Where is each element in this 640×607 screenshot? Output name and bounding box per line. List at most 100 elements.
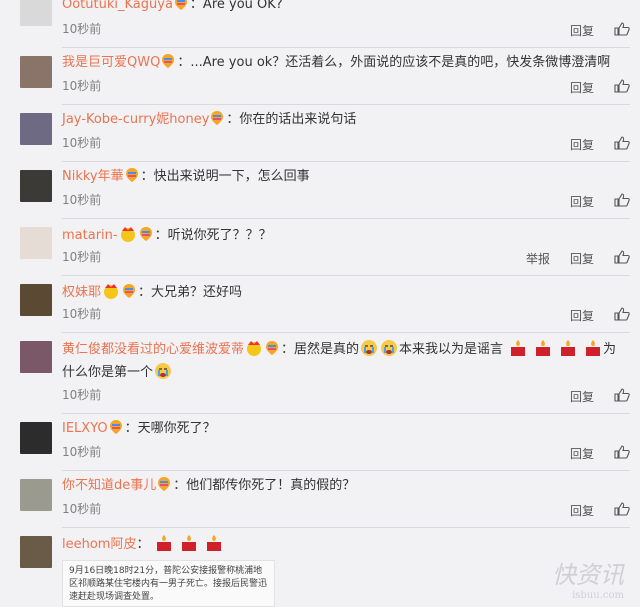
avatar[interactable] — [20, 56, 52, 88]
reply-button[interactable]: 回复 — [570, 390, 594, 404]
comment-row: Nikky年華 ：快出来说明一下，怎么回事 10秒前 回复 — [0, 162, 640, 219]
candle-emoji-icon — [155, 534, 173, 552]
thumbs-up-icon — [614, 79, 630, 96]
comment-text: 什么你是第一个 — [62, 365, 154, 380]
crying-emoji-icon — [360, 339, 378, 357]
thumbs-up-icon — [614, 445, 630, 462]
like-button[interactable] — [614, 136, 630, 153]
like-button[interactable] — [614, 307, 630, 324]
like-button[interactable] — [614, 445, 630, 462]
comment-author[interactable]: Ootutuki_Kaguya — [62, 0, 173, 12]
avatar[interactable] — [20, 422, 52, 454]
thumbs-up-icon — [614, 136, 630, 153]
comment-text: ：你在的话出来说句话 — [226, 112, 357, 127]
comment-time: 10秒前 — [62, 193, 102, 207]
comment-author[interactable]: Nikky年華 — [62, 169, 124, 184]
comment-author[interactable]: leehom阿皮 — [62, 537, 136, 552]
candle-emoji-icon — [559, 339, 577, 357]
crown-emoji-icon — [245, 339, 263, 357]
comment-time: 10秒前 — [62, 502, 102, 516]
vip-badge-icon — [158, 477, 171, 491]
comment-time: 10秒前 — [62, 307, 102, 321]
reply-button[interactable]: 回复 — [570, 81, 594, 95]
news-snippet-text: 9月16日晚18时21分，普陀公安接报警称桃浦地区祁顺路某住宅楼内有一男子死亡。… — [69, 566, 268, 602]
comment-text: ：大兄弟？还好吗 — [138, 285, 243, 300]
avatar[interactable] — [20, 479, 52, 511]
avatar[interactable] — [20, 113, 52, 145]
like-button[interactable] — [614, 388, 630, 405]
thumbs-up-icon — [614, 22, 630, 39]
comment-row: Jay-Kobe-curry妮honey ：你在的话出来说句话 10秒前 回复 — [0, 105, 640, 162]
vip-badge-icon — [139, 227, 152, 241]
vip-badge-icon — [266, 341, 279, 355]
comment-time: 10秒前 — [62, 445, 102, 459]
comment-text: ： — [136, 537, 150, 552]
comment-text: 为 — [603, 342, 617, 357]
candle-emoji-icon — [180, 534, 198, 552]
comment-author[interactable]: Jay-Kobe-curry妮honey — [62, 112, 209, 127]
vip-badge-icon — [109, 420, 122, 434]
like-button[interactable] — [614, 193, 630, 210]
vip-badge-icon — [162, 54, 175, 68]
thumbs-up-icon — [614, 388, 630, 405]
comment-text: ：Are you OK? — [189, 0, 283, 12]
avatar[interactable] — [20, 0, 52, 26]
comment-time: 10秒前 — [62, 388, 102, 402]
like-button[interactable] — [614, 250, 630, 267]
reply-button[interactable]: 回复 — [570, 195, 594, 209]
reply-button[interactable]: 回复 — [570, 24, 594, 38]
thumbs-up-icon — [614, 193, 630, 210]
reply-button[interactable]: 回复 — [570, 447, 594, 461]
comment-text: ：听说你死了？？？ — [154, 228, 272, 243]
avatar[interactable] — [20, 536, 52, 568]
comment-author[interactable]: 黄仁俊都没看过的心爱维波爱蒂 — [62, 342, 244, 357]
reply-button[interactable]: 回复 — [570, 252, 594, 266]
vip-badge-icon — [123, 284, 136, 298]
like-button[interactable] — [614, 22, 630, 39]
candle-emoji-icon — [509, 339, 527, 357]
comment-text: ：他们都传你死了！真的假的？ — [173, 478, 356, 493]
comment-row: matarin- ：听说你死了？？？ 10秒前 举报 回复 — [0, 219, 640, 276]
comment-time: 10秒前 — [62, 136, 102, 150]
comment-row: Ootutuki_Kaguya ：Are you OK? 10秒前 回复 — [0, 0, 640, 48]
comment-time: 10秒前 — [62, 250, 102, 264]
news-screenshot-image[interactable]: 9月16日晚18时21分，普陀公安接报警称桃浦地区祁顺路某住宅楼内有一男子死亡。… — [62, 560, 275, 607]
vip-badge-icon — [125, 168, 138, 182]
comment-time: 10秒前 — [62, 79, 102, 93]
like-button[interactable] — [614, 79, 630, 96]
avatar[interactable] — [20, 227, 52, 259]
watermark-logo: 快资讯 isbuu.com — [552, 561, 624, 601]
comment-author[interactable]: matarin- — [62, 228, 118, 243]
reply-button[interactable]: 回复 — [570, 138, 594, 152]
comment-row: 你不知道de事儿 ：他们都传你死了！真的假的？ 10秒前 回复 — [0, 471, 640, 528]
comment-text: ：...Are you ok？还活着么，外面说的应该不是真的吧，快发条微博澄清啊 — [177, 55, 611, 70]
comment-time: 10秒前 — [62, 22, 102, 36]
avatar[interactable] — [20, 170, 52, 202]
candle-emoji-icon — [584, 339, 602, 357]
comment-text: ：居然是真的 — [281, 342, 360, 357]
crown-emoji-icon — [102, 282, 120, 300]
thumbs-up-icon — [614, 250, 630, 267]
crying-emoji-icon — [380, 339, 398, 357]
avatar[interactable] — [20, 284, 52, 316]
report-button[interactable]: 举报 — [526, 252, 550, 266]
like-button[interactable] — [614, 502, 630, 519]
reply-button[interactable]: 回复 — [570, 309, 594, 323]
comment-text: 本来我以为是谣言 — [399, 342, 504, 357]
comment-row: IELXYO ：天哪你死了？ 10秒前 回复 — [0, 414, 640, 471]
comment-author[interactable]: 我是巨可爱QWQ — [62, 55, 160, 70]
comment-author[interactable]: IELXYO — [62, 421, 108, 436]
vip-badge-icon — [211, 111, 224, 125]
thumbs-up-icon — [614, 502, 630, 519]
comment-row: 权妹耶 ：大兄弟？还好吗 10秒前 回复 — [0, 276, 640, 333]
vip-badge-icon — [174, 0, 187, 10]
comment-author[interactable]: 你不知道de事儿 — [62, 478, 156, 493]
comment-author[interactable]: 权妹耶 — [62, 285, 101, 300]
crying-emoji-icon — [154, 362, 172, 380]
comment-text: ：天哪你死了？ — [124, 421, 216, 436]
comment-text: ：快出来说明一下，怎么回事 — [140, 169, 310, 184]
reply-button[interactable]: 回复 — [570, 504, 594, 518]
candle-emoji-icon — [534, 339, 552, 357]
avatar[interactable] — [20, 341, 52, 373]
thumbs-up-icon — [614, 307, 630, 324]
